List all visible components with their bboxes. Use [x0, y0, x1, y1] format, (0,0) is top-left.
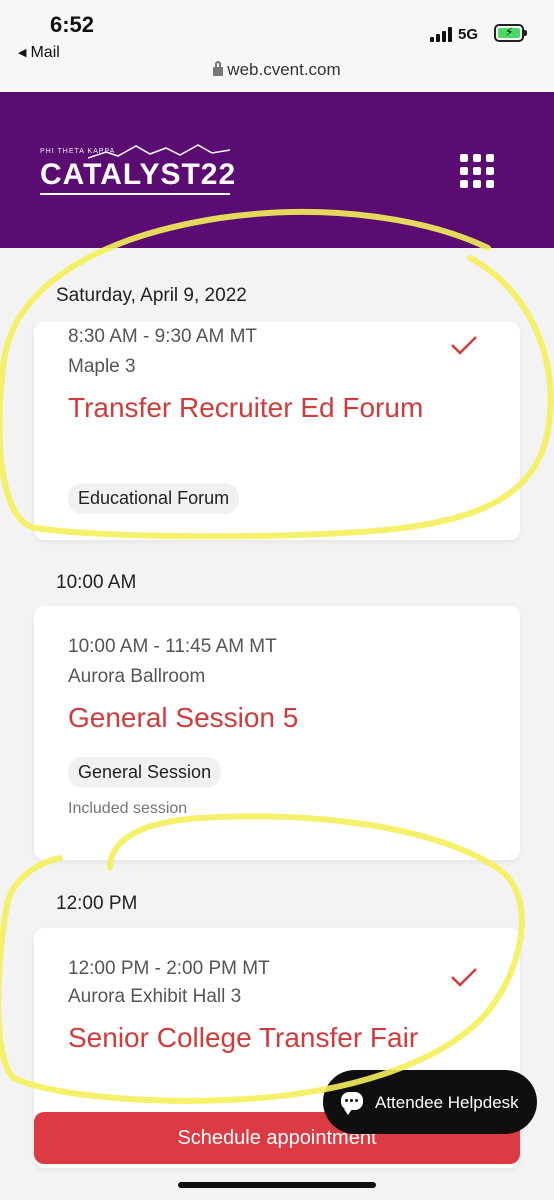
session-time: 12:00 PM - 2:00 PM MT — [68, 958, 270, 979]
logo[interactable]: CATALYST22 — [40, 158, 236, 192]
attendee-helpdesk-button[interactable]: Attendee Helpdesk — [323, 1070, 537, 1134]
session-time: 10:00 AM - 11:45 AM MT — [68, 636, 277, 657]
home-indicator[interactable] — [178, 1182, 376, 1188]
session-room: Aurora Exhibit Hall 3 — [68, 986, 242, 1007]
session-time: 8:30 AM - 9:30 AM MT — [68, 326, 258, 347]
url-bar[interactable]: web.cvent.com — [0, 60, 554, 80]
checkmark-icon — [451, 968, 477, 987]
date-heading: Saturday, April 9, 2022 — [56, 285, 247, 306]
session-tag: General Session — [68, 757, 222, 788]
session-room: Maple 3 — [68, 356, 136, 377]
app-header: PHI THETA KAPPA CATALYST22 — [0, 92, 554, 248]
schedule-list: Saturday, April 9, 2022 8:30 AM - 9:30 A… — [0, 248, 554, 1200]
session-tag: Educational Forum — [68, 483, 240, 514]
lock-icon — [213, 61, 224, 76]
signal-icon — [430, 26, 452, 42]
session-note: Included session — [68, 800, 188, 817]
battery-icon: ⚡ — [494, 24, 527, 42]
status-time: 6:52 — [50, 12, 95, 37]
back-arrow-icon: ◀ — [18, 47, 27, 59]
grid-menu-icon[interactable] — [460, 154, 494, 188]
logo-underline — [40, 193, 230, 195]
network-type: 5G — [458, 26, 479, 43]
status-bar: 6:52 ◀ Mail 5G ⚡ web.cvent.com — [0, 0, 554, 92]
checkmark-icon — [451, 336, 477, 355]
time-heading: 12:00 PM — [56, 893, 138, 914]
session-title[interactable]: General Session 5 — [68, 700, 448, 736]
time-heading: 10:00 AM — [56, 572, 137, 593]
session-room: Aurora Ballroom — [68, 666, 206, 687]
session-title[interactable]: Senior College Transfer Fair — [68, 1020, 448, 1056]
url-text: web.cvent.com — [227, 60, 341, 79]
chat-bubble-icon — [341, 1092, 363, 1115]
back-label: Mail — [30, 44, 60, 61]
helpdesk-label: Attendee Helpdesk — [375, 1093, 519, 1112]
session-card[interactable]: 8:30 AM - 9:30 AM MT Maple 3 Transfer Re… — [34, 322, 520, 540]
session-card[interactable]: 10:00 AM - 11:45 AM MT Aurora Ballroom G… — [34, 606, 520, 860]
session-title[interactable]: Transfer Recruiter Ed Forum — [68, 390, 448, 426]
